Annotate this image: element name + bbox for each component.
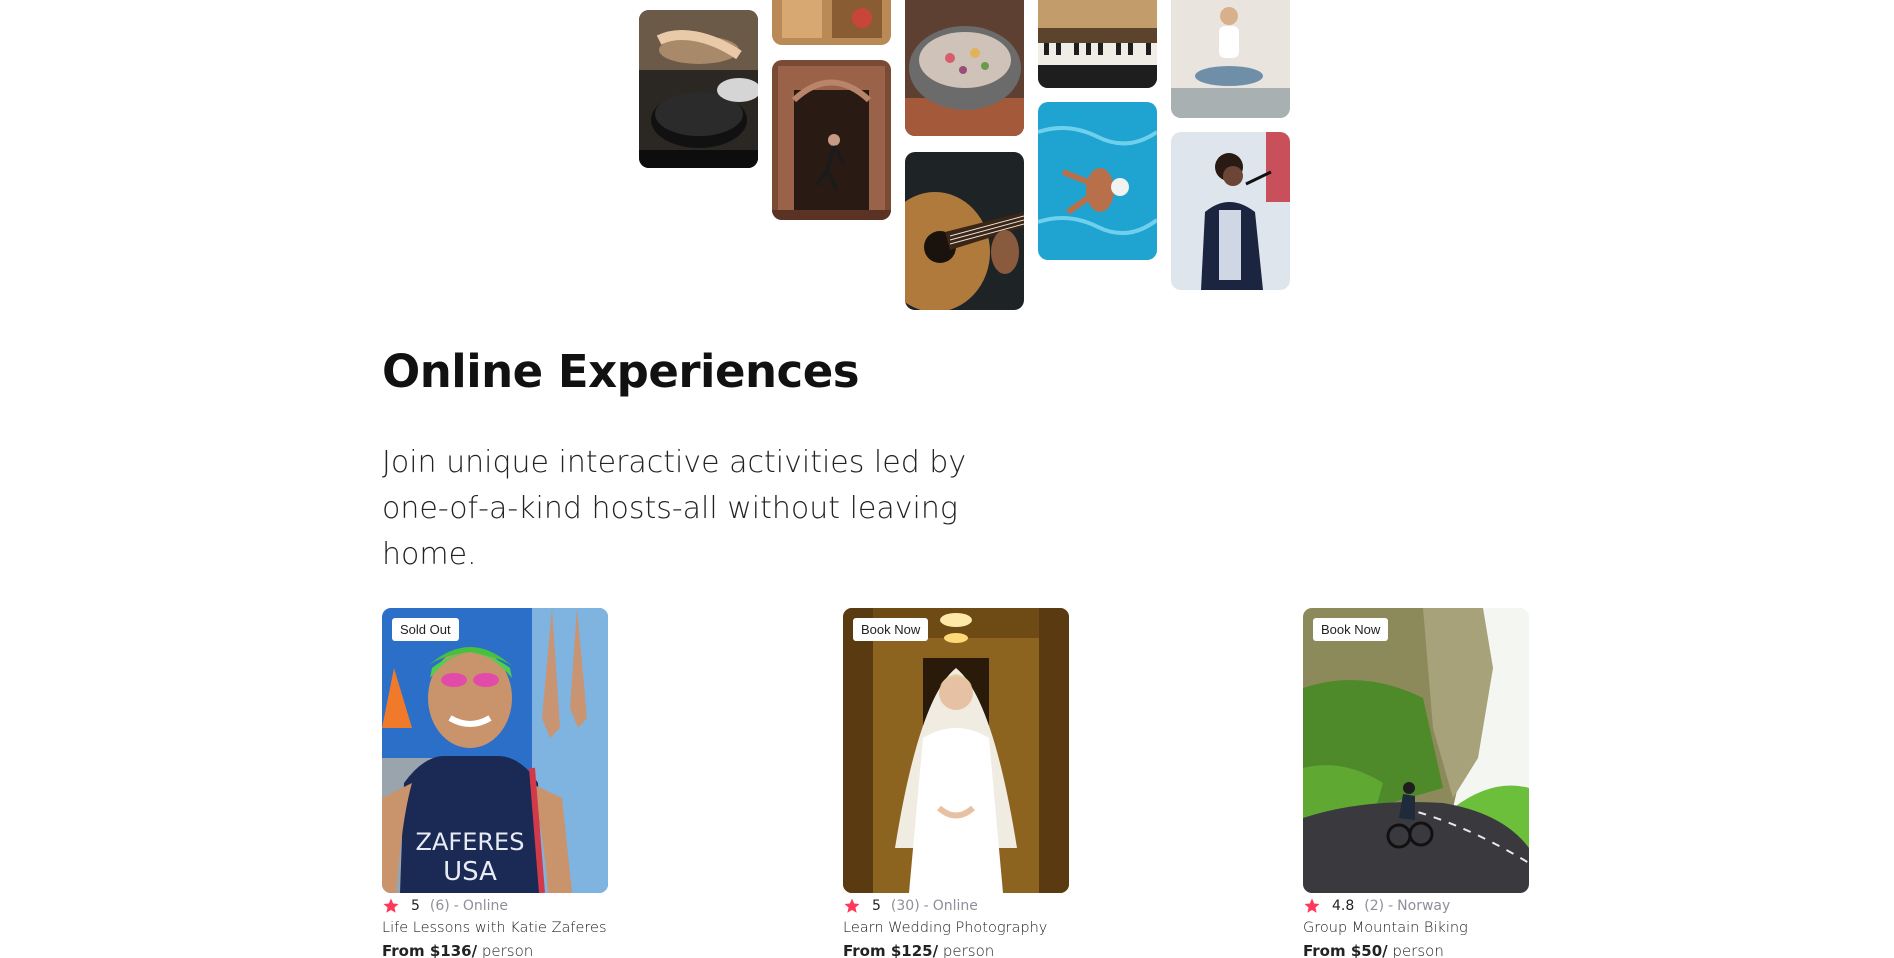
market-photo — [772, 0, 891, 45]
guitar-photo — [905, 152, 1024, 310]
review-count: (6) — [429, 898, 450, 914]
price-line: From $125/ person — [843, 940, 1069, 958]
card-image: Book Now — [1303, 608, 1529, 893]
card-stats: 4.8 (2) - Norway — [1303, 895, 1529, 917]
food-bowl-photo — [905, 0, 1024, 136]
card-image: ZAFERES USA Sold Out — [382, 608, 608, 893]
yoga-photo — [1171, 0, 1290, 118]
review-count: (30) — [890, 898, 920, 914]
rating-value: 4.8 — [1332, 898, 1355, 914]
card-stats: 5 (30) - Online — [843, 895, 1069, 917]
price-amount: From $50/ — [1303, 942, 1388, 958]
section-description: Join unique interactive activities led b… — [382, 445, 967, 572]
singer-photo — [1171, 132, 1290, 290]
stat-separator: - — [923, 898, 929, 914]
experiences-page: Online Experiences Join unique interacti… — [0, 0, 1894, 958]
status-badge: Book Now — [1313, 618, 1389, 641]
cooking-photo — [639, 10, 758, 168]
status-badge: Sold Out — [392, 618, 459, 641]
stat-separator: - — [453, 898, 459, 914]
swimmer-photo — [1038, 102, 1157, 260]
experience-card[interactable]: ZAFERES USA Sold Out 5 (6) - Online Life… — [382, 608, 608, 958]
rating-value: 5 — [872, 898, 881, 914]
card-stats: 5 (6) - Online — [382, 895, 608, 917]
page-title: Online Experiences — [382, 345, 860, 398]
card-title[interactable]: Group Mountain Biking — [1303, 917, 1529, 940]
piano-photo — [1038, 0, 1157, 88]
card-title[interactable]: Life Lessons with Katie Zaferes — [382, 917, 608, 940]
location-label: Online — [932, 898, 978, 914]
price-unit: person — [942, 942, 995, 958]
image-text-name: ZAFERES — [416, 828, 525, 856]
price-unit: person — [481, 942, 534, 958]
location-label: Online — [462, 898, 508, 914]
location-label: Norway — [1397, 898, 1451, 914]
card-title[interactable]: Learn Wedding Photography — [843, 917, 1069, 940]
price-line: From $136/ person — [382, 940, 608, 958]
review-count: (2) — [1364, 898, 1385, 914]
star-icon — [1304, 898, 1320, 913]
star-icon — [383, 898, 399, 913]
experience-card[interactable]: Book Now 5 (30) - Online Learn Wedding P… — [843, 608, 1069, 958]
experience-card[interactable]: Book Now 4.8 (2) - Norway Group Mountain… — [1303, 608, 1529, 958]
price-amount: From $125/ — [843, 942, 939, 958]
dancer-doorway-photo — [772, 60, 891, 220]
price-amount: From $136/ — [382, 942, 478, 958]
stat-separator: - — [1388, 898, 1394, 914]
star-icon — [844, 898, 860, 913]
price-unit: person — [1392, 942, 1444, 958]
status-badge: Book Now — [853, 618, 929, 641]
price-line: From $50/ person — [1303, 940, 1529, 958]
rating-value: 5 — [411, 898, 420, 914]
image-text-country: USA — [443, 857, 497, 887]
card-image: Book Now — [843, 608, 1069, 893]
